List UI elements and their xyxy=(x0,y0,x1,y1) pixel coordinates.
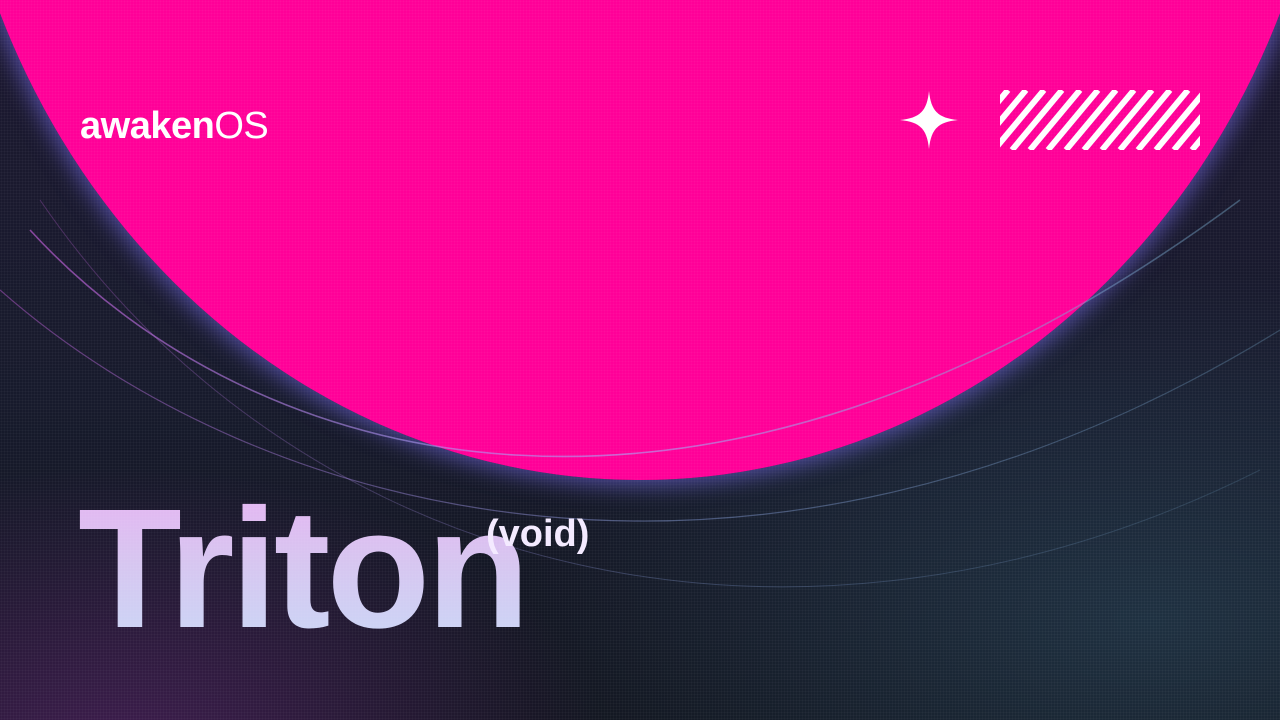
diagonal-stripes-icon xyxy=(1000,90,1200,150)
brand-name-bold: awaken xyxy=(80,105,215,147)
four-point-star-icon xyxy=(900,91,958,149)
brand-name-light: OS xyxy=(214,105,269,147)
hero-subtitle: (void) xyxy=(486,513,590,555)
orbit-ring xyxy=(29,199,1241,458)
brand-logo: awakenOS xyxy=(80,104,269,148)
hero-title: Triton xyxy=(78,474,530,664)
wallpaper-canvas: awakenOS Triton (void) xyxy=(0,0,1280,720)
